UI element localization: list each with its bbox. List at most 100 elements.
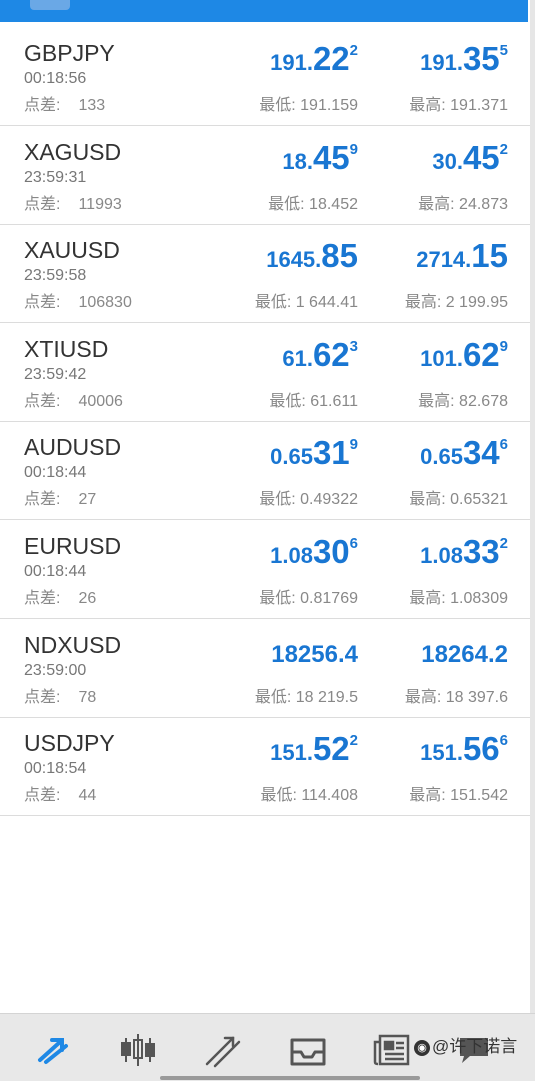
- home-indicator: [160, 1076, 420, 1080]
- ask-price-sup: 2: [499, 140, 508, 158]
- bid-price-big: 62: [312, 335, 350, 373]
- symbol-name: XTIUSD: [24, 335, 109, 362]
- bid-price-small: 151.: [270, 740, 313, 766]
- ask-price[interactable]: 191.355: [420, 40, 508, 78]
- spread-info: 点差: 11993: [24, 190, 122, 214]
- watermark: ◉ @许下诺言: [414, 1032, 517, 1057]
- spread-label: 点差:: [24, 392, 61, 410]
- bid-price-sup: 2: [349, 732, 358, 750]
- spread-info: 点差: 106830: [24, 288, 132, 312]
- symbol-name: XAGUSD: [24, 138, 122, 165]
- top-app-bar: [0, 0, 535, 28]
- spread-value: 40006: [78, 392, 123, 410]
- quote-time: 23:59:00: [24, 661, 87, 679]
- top-tab-indicator[interactable]: [30, 0, 70, 10]
- ask-price-small: 101.: [420, 345, 463, 371]
- bid-price-small: 0.65: [270, 444, 313, 470]
- bid-price-small: 1645.: [266, 247, 322, 273]
- history-inbox-icon[interactable]: [288, 1032, 328, 1068]
- spread-label: 点差:: [24, 294, 61, 312]
- ask-price-small: 0.65: [420, 444, 463, 470]
- ask-price-small: 1.08: [420, 543, 463, 568]
- quote-time: 23:59:42: [24, 365, 87, 383]
- ask-price[interactable]: 1.08332: [420, 533, 508, 571]
- ask-price-big: 62: [462, 335, 500, 373]
- bid-price-big: 45: [312, 138, 350, 176]
- ask-price[interactable]: 2714.15: [416, 237, 508, 275]
- spread-info: 点差: 26: [24, 584, 96, 608]
- high-value: 最高: 18 397.6: [404, 688, 508, 706]
- symbol-name: GBPJPY: [24, 40, 115, 66]
- spread-value: 27: [78, 491, 97, 509]
- quote-row[interactable]: XTIUSD 23:59:42 点差: 40006 61.623 101.629 最低: 6…: [0, 324, 530, 422]
- quotes-icon[interactable]: [34, 1032, 74, 1068]
- symbol-name: NDXUSD: [24, 631, 122, 658]
- low-value: 最低: 1 644.41: [254, 294, 358, 312]
- quote-row[interactable]: NDXUSD 23:59:00 点差: 78 18256.4 18264.2 最低: 18 …: [0, 620, 530, 718]
- spread-info: 点差: 133: [24, 91, 105, 115]
- quote-row[interactable]: AUDUSD 00:18:44 点差: 27 0.65319 0.65346 最低: 0.4…: [0, 422, 530, 521]
- ask-price-small: 151.: [420, 740, 463, 766]
- quote-time: 00:18:56: [24, 70, 87, 87]
- symbol-name: AUDUSD: [24, 434, 122, 461]
- spread-value: 26: [78, 590, 97, 607]
- bid-price-big: 30: [312, 533, 350, 570]
- quote-row[interactable]: XAUUSD 23:59:58 点差: 106830 1645.85 2714.15 最低:…: [0, 225, 530, 324]
- quote-time: 00:18:44: [24, 464, 87, 482]
- quote-row[interactable]: GBPJPY 00:18:56 点差: 133 191.222 191.355 最低: 19…: [0, 28, 530, 126]
- ask-price-big: 34: [462, 434, 500, 472]
- spread-value: 106830: [78, 294, 132, 312]
- low-value: 最低: 114.408: [260, 787, 358, 805]
- spread-info: 点差: 78: [24, 683, 96, 707]
- news-icon[interactable]: [372, 1032, 412, 1068]
- spread-value: 133: [78, 97, 106, 114]
- ask-price-sup: 5: [499, 42, 508, 59]
- bid-price[interactable]: 0.65319: [270, 434, 358, 472]
- spread-label: 点差:: [24, 491, 61, 509]
- low-value: 最低: 191.159: [259, 97, 358, 114]
- bid-price[interactable]: 1.08306: [270, 533, 358, 571]
- spread-label: 点差:: [24, 195, 61, 213]
- bid-price-big: 22: [312, 40, 350, 77]
- symbol-name: XAUUSD: [24, 237, 120, 264]
- bid-price[interactable]: 191.222: [270, 40, 358, 78]
- quote-time: 00:18:44: [24, 563, 87, 580]
- high-value: 最高: 0.65321: [409, 491, 508, 509]
- quote-row[interactable]: USDJPY 00:18:54 点差: 44 151.522 151.566 最低: 114…: [0, 718, 530, 817]
- ask-price-small: 18264.2: [421, 640, 508, 668]
- ask-price-big: 56: [462, 730, 500, 768]
- quote-row[interactable]: EURUSD 00:18:44 点差: 26 1.08306 1.08332 最低: 0.8…: [0, 521, 530, 619]
- bid-price[interactable]: 1645.85: [266, 237, 358, 275]
- ask-price[interactable]: 30.452: [432, 139, 508, 177]
- high-value: 最高: 24.873: [418, 195, 508, 213]
- bid-price-small: 18.: [282, 148, 313, 174]
- high-value: 最高: 1.08309: [409, 590, 508, 607]
- ask-price[interactable]: 0.65346: [420, 434, 508, 472]
- ask-price-sup: 6: [499, 436, 508, 454]
- ask-price[interactable]: 151.566: [420, 730, 508, 768]
- symbol-name: EURUSD: [24, 533, 122, 559]
- low-value: 最低: 18.452: [268, 195, 358, 213]
- bid-price[interactable]: 18.459: [282, 139, 358, 177]
- ask-price[interactable]: 18264.2: [421, 632, 508, 670]
- bid-price[interactable]: 151.522: [270, 730, 358, 768]
- ask-price[interactable]: 101.629: [420, 336, 508, 374]
- ask-price-small: 30.: [432, 148, 463, 174]
- bid-price[interactable]: 61.623: [282, 336, 358, 374]
- bid-price-small: 18256.4: [271, 640, 358, 668]
- chart-candles-icon[interactable]: [118, 1032, 158, 1068]
- ask-price-small: 191.: [420, 50, 463, 75]
- bid-price-sup: 3: [349, 337, 358, 355]
- spread-info: 点差: 27: [24, 485, 96, 509]
- quotes-list: GBPJPY 00:18:56 点差: 133 191.222 191.355 最低: 19…: [0, 28, 531, 1013]
- bid-price-sup: 9: [349, 140, 358, 158]
- high-value: 最高: 82.678: [418, 392, 508, 410]
- bid-price[interactable]: 18256.4: [271, 632, 358, 670]
- spread-value: 78: [78, 688, 97, 706]
- bid-price-big: 85: [321, 237, 358, 275]
- watermark-logo-icon: ◉: [414, 1039, 430, 1056]
- symbol-name: USDJPY: [24, 730, 115, 757]
- scroll-gutter: [530, 0, 535, 1080]
- trade-icon[interactable]: [203, 1032, 243, 1068]
- quote-row[interactable]: XAGUSD 23:59:31 点差: 11993 18.459 30.452 最低: 18…: [0, 127, 530, 225]
